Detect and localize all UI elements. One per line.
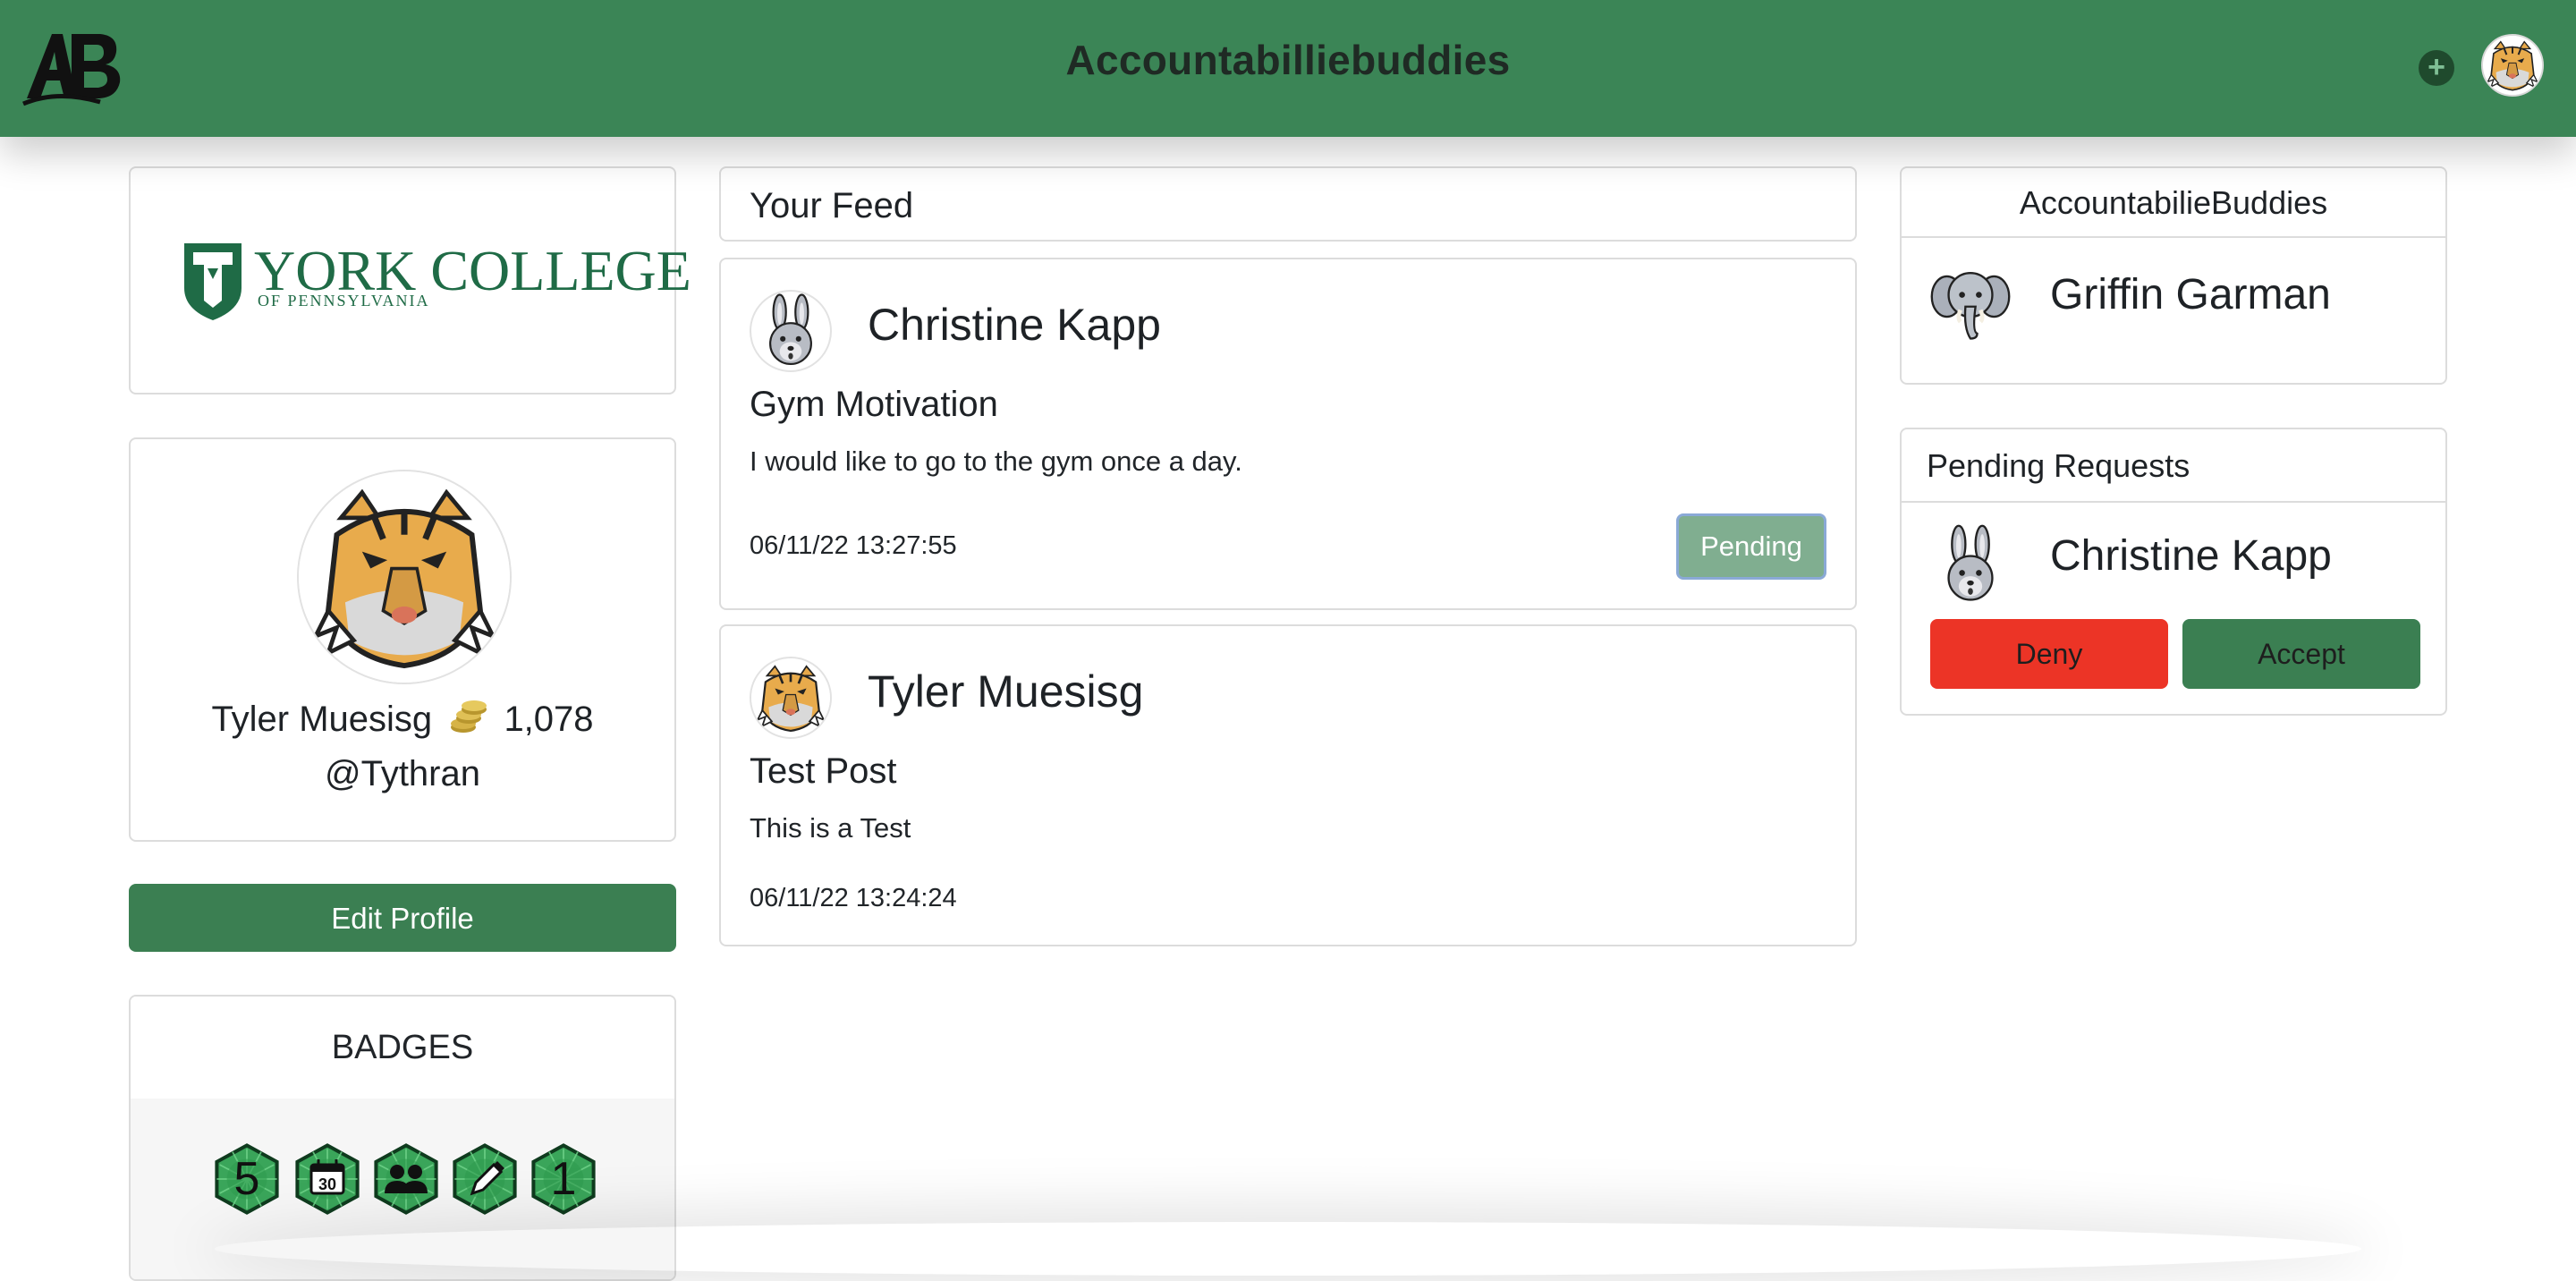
calendar-30-badge-icon[interactable]: 30 <box>292 1143 363 1215</box>
post-author[interactable]: Christine Kapp <box>868 299 1161 351</box>
bottom-shadow <box>215 1222 2361 1276</box>
pencil-badge-icon[interactable] <box>449 1143 521 1215</box>
pending-requests-card: Pending Requests Christine Kapp Deny Acc… <box>1900 428 2447 716</box>
york-college-logo: YORK COLLEGE OF PENNSYLVANIA <box>181 238 691 332</box>
post-title: Test Post <box>750 751 897 791</box>
rabbit-avatar-icon <box>1928 522 2012 607</box>
profile-card: Tyler Muesisg 1,078 @Tythran <box>129 437 676 842</box>
feed-post: Tyler Muesisg Test Post This is a Test 0… <box>719 624 1857 946</box>
app-title: Accountabilliebuddies <box>1065 37 1511 83</box>
profile-handle: @Tythran <box>324 754 480 793</box>
post-timestamp: 06/11/22 13:24:24 <box>750 884 957 912</box>
deny-button[interactable]: Deny <box>1930 619 2168 689</box>
pending-requests-title: Pending Requests <box>1902 429 2445 503</box>
profile-name: Tyler Muesisg <box>211 700 433 739</box>
number-1-badge-icon[interactable]: 1 <box>528 1143 599 1215</box>
number-5-badge-icon[interactable]: 5 <box>211 1143 283 1215</box>
pending-button[interactable]: Pending <box>1676 513 1826 580</box>
badges-title: BADGES <box>131 997 674 1099</box>
buddy-name[interactable]: Griffin Garman <box>2050 270 2331 319</box>
accept-button[interactable]: Accept <box>2182 619 2420 689</box>
buddies-card: AccountabilieBuddies Griffin Garman <box>1900 166 2447 385</box>
requester-name[interactable]: Christine Kapp <box>2050 531 2332 581</box>
tiger-avatar-icon <box>299 471 510 683</box>
rabbit-avatar-icon <box>751 292 830 370</box>
profile-avatar <box>297 470 512 684</box>
requester-avatar[interactable] <box>1928 522 2012 607</box>
user-avatar-menu[interactable] <box>2481 34 2544 97</box>
buddies-title: AccountabilieBuddies <box>1902 168 2445 238</box>
feed-post: Christine Kapp Gym Motivation I would li… <box>719 258 1857 610</box>
coin-balance: 1,078 <box>504 700 594 739</box>
feed-header: Your Feed <box>719 166 1857 242</box>
post-title: Gym Motivation <box>750 385 998 424</box>
friends-badge-icon[interactable] <box>370 1143 442 1215</box>
add-buddy-button[interactable]: + <box>2419 50 2454 86</box>
top-navbar: Accountabilliebuddies + <box>0 0 2576 137</box>
post-body: I would like to go to the gym once a day… <box>750 445 1242 477</box>
post-body: This is a Test <box>750 812 911 844</box>
tiger-avatar-icon <box>751 658 830 737</box>
post-timestamp: 06/11/22 13:27:55 <box>750 531 957 560</box>
college-subtitle: OF PENNSYLVANIA <box>258 292 430 310</box>
coins-icon <box>449 699 488 745</box>
buddy-avatar[interactable] <box>1928 261 2012 345</box>
tiger-avatar-icon <box>2483 36 2542 95</box>
post-author-avatar[interactable] <box>750 290 832 372</box>
profile-name-row: Tyler Muesisg 1,078 <box>131 699 674 745</box>
college-card: YORK COLLEGE OF PENNSYLVANIA <box>129 166 691 394</box>
plus-circle-icon: + <box>2428 50 2445 84</box>
elephant-avatar-icon <box>1928 261 2012 345</box>
post-author-avatar[interactable] <box>750 657 832 739</box>
edit-profile-button[interactable]: Edit Profile <box>129 884 676 952</box>
feed-title: Your Feed <box>750 186 914 225</box>
post-author[interactable]: Tyler Muesisg <box>868 666 1143 717</box>
